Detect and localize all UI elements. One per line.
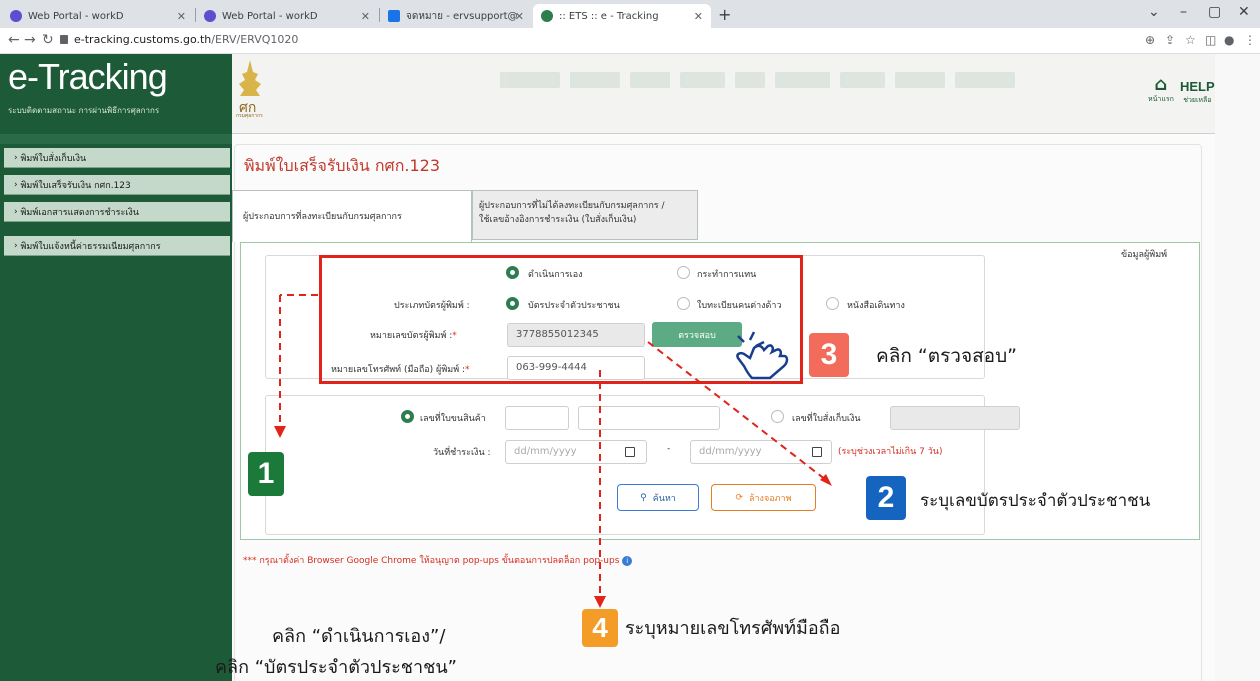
close-icon[interactable]: ✕ [515,10,524,23]
cargo-no-input-2[interactable] [578,406,720,430]
sidebar-item-label: พิมพ์ใบแจ้งหนี้ค่าธรรมเนียมศุลกากร [20,241,161,252]
tab-label: Web Portal - workD [28,10,124,22]
e-tracking-icon [541,10,553,22]
radio-cargo-no-label: เลขที่ใบขนสินค้า [420,414,486,424]
help-label: ช่วยเหลือ [1183,96,1212,104]
tab-search-icon[interactable]: ⌄ [1148,4,1160,20]
browser-tab-active[interactable]: :: ETS :: e - Tracking ✕ [533,4,711,28]
sidebar-item-label: พิมพ์เอกสารแสดงการชำระเงิน [20,207,139,218]
sidebar-item-payment-document[interactable]: › พิมพ์เอกสารแสดงการชำระเงิน [4,202,230,222]
tab-label: Web Portal - workD [222,10,318,22]
tab-registered[interactable]: ผู้ประกอบการที่ลงทะเบียนกับกรมศุลกากร [232,190,472,242]
lock-icon [60,35,68,44]
tab-label-line2: ใช้เลขอ้างอิงการชำระเงิน (ใบสั่งเก็บเงิน… [479,215,637,225]
minimize-icon[interactable]: – [1180,4,1187,20]
reload-icon[interactable]: ↻ [42,32,54,48]
cargo-no-input-1[interactable] [505,406,569,430]
sidebar-item-label: พิมพ์ใบเสร็จรับเงิน กศก.123 [20,180,131,191]
radio-passport[interactable] [826,297,839,310]
maximize-icon[interactable]: ▢ [1208,4,1221,20]
window-close-icon[interactable]: ✕ [1238,4,1250,20]
clear-button-label: ล้างจอภาพ [748,493,792,504]
help-link[interactable]: HELP ช่วยเหลือ [1180,79,1215,106]
search-button-label: ค้นหา [652,493,676,504]
close-icon[interactable]: ✕ [361,10,370,23]
home-link[interactable]: ⌂ หน้าแรก [1148,76,1174,105]
header-banner-decoration [500,60,1060,100]
refresh-icon: ⟳ [735,492,743,503]
radio-payment-order[interactable] [771,410,784,423]
browser-tab[interactable]: Web Portal - workD ✕ [2,4,194,28]
sidebar-item-receipt-123[interactable]: › พิมพ์ใบเสร็จรับเงิน กศก.123 [4,175,230,195]
install-icon[interactable]: ⊕ [1145,33,1155,47]
radio-passport-label: หนังสือเดินทาง [847,301,905,311]
step-2-badge: 2 [866,476,906,520]
url-field[interactable]: e-tracking.customs.go.th/ERV/ERVQ1020 [60,33,298,46]
new-tab-button[interactable]: + [718,5,731,24]
step-4-text: ระบุหมายเลขโทรศัพท์มือถือ [625,618,841,639]
url-host: e-tracking.customs.go.th [74,33,212,46]
pay-date-label: วันที่ชำระเงิน : [433,448,491,458]
step-1-text-line1: คลิก “ดำเนินการเอง”/ [272,626,446,647]
sidebar-item-payment-order[interactable]: › พิมพ์ใบสั่งเก็บเงิน [4,148,230,168]
step-1-text-line2: คลิก “บัตรประจำตัวประชาชน” [215,657,457,678]
browser-tab[interactable]: จดหมาย - ervsupport@customs.g ✕ [380,4,532,28]
sidebar-item-fee-invoice[interactable]: › พิมพ์ใบแจ้งหนี้ค่าธรรมเนียมศุลกากร [4,236,230,256]
tab-label: จดหมาย - ervsupport@customs.g [406,10,518,22]
tab-label: ผู้ประกอบการที่ไม่ได้ลงทะเบียนกับกรมศุลก… [479,201,665,211]
help-title: HELP [1180,79,1215,94]
brand-logo: e-Tracking [8,56,168,97]
forward-icon[interactable]: → [24,32,36,48]
date-separator: - [667,444,671,454]
profile-icon[interactable]: ● [1224,33,1234,47]
close-icon[interactable]: ✕ [694,10,703,23]
radio-cargo-no[interactable] [401,410,414,423]
side-panel-icon[interactable]: ◫ [1205,33,1216,47]
tab-unregistered[interactable]: ผู้ประกอบการที่ไม่ได้ลงทะเบียนกับกรมศุลก… [472,190,698,240]
mail-icon [388,10,400,22]
popup-note-text: *** กรุณาตั้งค่า Browser Google Chrome ใ… [243,556,620,566]
search-icon: ⚲ [640,492,647,503]
brand-block[interactable]: e-Tracking ระบบติดตามสถานะ การผ่านพิธีกา… [0,54,232,134]
crest-caption: กรมศุลกากร [236,113,263,119]
step-3-text: คลิก “ตรวจสอบ” [876,345,1017,367]
share-icon[interactable]: ⇪ [1165,33,1175,47]
back-icon[interactable]: ← [8,32,20,48]
screen: Web Portal - workD ✕ Web Portal - workD … [0,0,1260,681]
calendar-icon[interactable] [812,447,822,457]
popup-note: *** กรุณาตั้งค่า Browser Google Chrome ใ… [243,553,633,567]
hand-pointer-icon [736,331,789,380]
url-path: /ERV/ERVQ1020 [211,33,299,46]
sidebar-item-label: พิมพ์ใบสั่งเก็บเงิน [20,153,87,164]
page-title: พิมพ์ใบเสร็จรับเงิน กศก.123 [244,156,441,175]
info-icon[interactable]: i [622,555,633,566]
date-to-input[interactable]: dd/mm/yyyy [690,440,832,464]
browser-tab-bar: Web Portal - workD ✕ Web Portal - workD … [0,0,1260,28]
clear-button[interactable]: ⟳ ล้างจอภาพ [711,484,816,511]
step-4-badge: 4 [582,609,618,647]
date-range-hint: (ระบุช่วงเวลาไม่เกิน 7 วัน) [838,447,943,457]
menu-icon[interactable]: ⋮ [1244,33,1256,47]
search-button[interactable]: ⚲ ค้นหา [617,484,699,511]
step-2-text: ระบุเลขบัตรประจำตัวประชาชน [920,491,1151,511]
bookmark-star-icon[interactable]: ☆ [1185,33,1196,47]
tab-label: :: ETS :: e - Tracking [559,10,659,22]
payment-order-input[interactable] [890,406,1020,430]
brand-subtitle: ระบบติดตามสถานะ การผ่านพิธีการศุลกากร [8,106,160,115]
home-icon: ⌂ [1154,74,1168,95]
calendar-icon[interactable] [625,447,635,457]
tab-label: ผู้ประกอบการที่ลงทะเบียนกับกรมศุลกากร [243,212,402,222]
web-portal-icon [204,10,216,22]
home-label: หน้าแรก [1148,95,1174,103]
step-1-badge: 1 [248,452,284,496]
web-portal-icon [10,10,22,22]
browser-tab[interactable]: Web Portal - workD ✕ [196,4,378,28]
radio-payment-order-label: เลขที่ใบสั่งเก็บเงิน [792,414,861,424]
page-scrollbar[interactable] [1215,54,1260,681]
close-icon[interactable]: ✕ [177,10,186,23]
step-3-badge: 3 [809,333,849,377]
address-bar: ← → ↻ e-tracking.customs.go.th/ERV/ERVQ1… [0,28,1260,54]
printer-info-legend: ข้อมูลผู้พิมพ์ [1118,247,1171,261]
sidebar-band [0,134,232,144]
